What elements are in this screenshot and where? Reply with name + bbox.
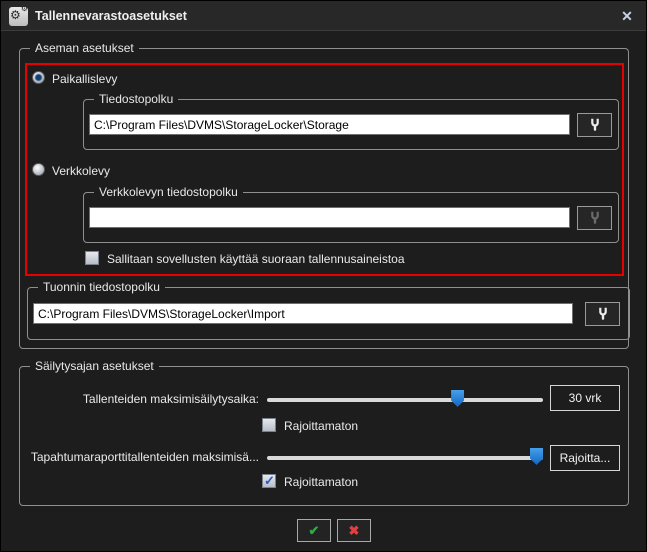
slider-thumb[interactable] bbox=[451, 390, 464, 407]
file-path-input[interactable] bbox=[89, 114, 570, 135]
network-disk-radio[interactable] bbox=[32, 163, 45, 176]
file-path-browse-button[interactable] bbox=[577, 113, 612, 137]
slider-thumb[interactable] bbox=[530, 448, 543, 465]
wrench-icon bbox=[589, 211, 601, 225]
network-path-browse-button[interactable] bbox=[577, 206, 612, 230]
max-retention-slider[interactable] bbox=[267, 390, 543, 410]
local-disk-radio[interactable] bbox=[32, 71, 45, 84]
cancel-button[interactable]: ✖ bbox=[337, 519, 371, 542]
storage-settings-dialog: ⚙ ⚙ Tallennevarastoasetukset ✕ Aseman as… bbox=[0, 0, 647, 552]
ok-button[interactable]: ✔ bbox=[297, 519, 331, 542]
allow-direct-checkbox[interactable]: ✓ bbox=[85, 251, 99, 265]
station-settings-legend: Aseman asetukset bbox=[30, 41, 139, 55]
close-icon[interactable]: ✕ bbox=[618, 7, 636, 25]
event-report-retention-value[interactable]: Rajoitta... bbox=[550, 445, 620, 471]
unlimited-checkbox-2[interactable]: ✓ bbox=[262, 474, 276, 488]
file-path-legend: Tiedostopolku bbox=[94, 92, 178, 106]
unlimited-checkbox-1[interactable]: ✓ bbox=[262, 418, 276, 432]
wrench-icon bbox=[597, 307, 609, 321]
slider-track[interactable] bbox=[267, 398, 543, 402]
max-retention-value[interactable]: 30 vrk bbox=[550, 385, 620, 411]
import-path-legend: Tuonnin tiedostopolku bbox=[38, 280, 165, 294]
window-title: Tallennevarastoasetukset bbox=[35, 9, 187, 23]
max-retention-label: Tallenteiden maksimisäilytysaika: bbox=[29, 392, 259, 406]
wrench-icon bbox=[589, 118, 601, 132]
retention-settings-legend: Säilytysajan asetukset bbox=[30, 359, 159, 373]
import-path-browse-button[interactable] bbox=[585, 302, 620, 326]
network-path-input[interactable] bbox=[89, 207, 570, 228]
allow-direct-label: Sallitaan sovellusten käyttää suoraan ta… bbox=[107, 252, 405, 266]
local-disk-label: Paikallislevy bbox=[52, 72, 117, 86]
event-report-slider[interactable] bbox=[267, 448, 543, 468]
unlimited-label-2: Rajoittamaton bbox=[284, 475, 358, 489]
event-report-retention-label: Tapahtumaraporttitallenteiden maksimisä.… bbox=[29, 450, 259, 464]
unlimited-label-1: Rajoittamaton bbox=[284, 419, 358, 433]
import-path-input[interactable] bbox=[33, 303, 573, 324]
slider-track[interactable] bbox=[267, 456, 543, 460]
network-path-legend: Verkkolevyn tiedostopolku bbox=[94, 185, 243, 199]
title-bar: ⚙ ⚙ Tallennevarastoasetukset ✕ bbox=[1, 1, 647, 31]
network-disk-label: Verkkolevy bbox=[52, 164, 110, 178]
gear-icon: ⚙ ⚙ bbox=[9, 7, 28, 26]
